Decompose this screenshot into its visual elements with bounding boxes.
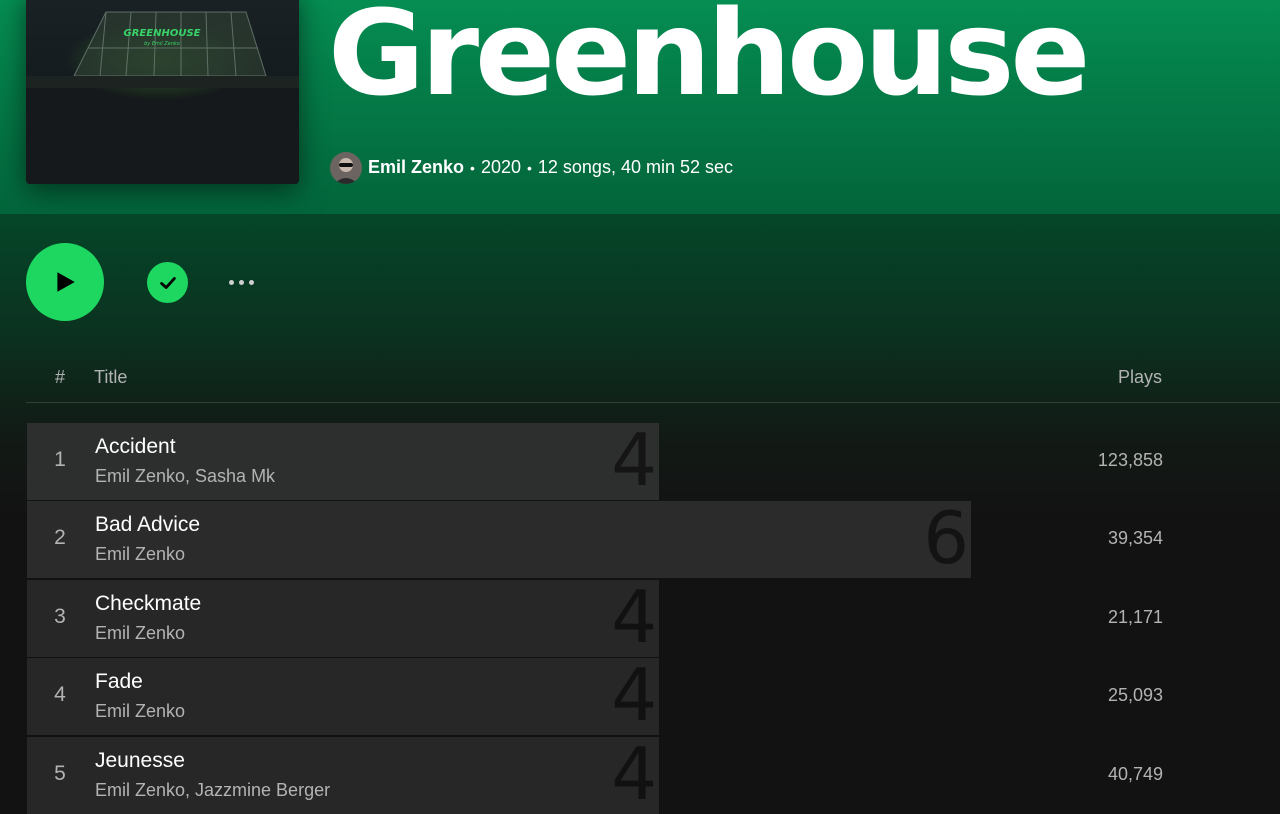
track-bar-label: 4: [611, 737, 657, 814]
track-bar-label: 4: [611, 658, 657, 735]
track-artists[interactable]: Emil Zenko, Sasha Mk: [95, 466, 275, 487]
track-number: 2: [54, 526, 66, 549]
track-artists[interactable]: Emil Zenko: [95, 623, 185, 644]
track-plays: 25,093: [1107, 685, 1163, 705]
track-row[interactable]: 4 5 Jeunesse Emil Zenko, Jazzmine Berger…: [27, 737, 1267, 814]
track-plays: 39,354: [1107, 528, 1163, 548]
track-artists[interactable]: Emil Zenko: [95, 544, 185, 565]
column-number: #: [55, 367, 66, 387]
track-plays: 123,858: [1097, 450, 1163, 470]
track-bar-label: 4: [611, 580, 657, 657]
saved-to-library-button[interactable]: [147, 262, 188, 303]
meta-separator: •: [526, 159, 532, 176]
track-row[interactable]: 4 3 Checkmate Emil Zenko 21,171: [27, 580, 1267, 657]
check-icon: [159, 276, 176, 289]
track-row[interactable]: 4 4 Fade Emil Zenko 25,093: [27, 658, 1267, 735]
play-icon: [57, 272, 75, 292]
track-row[interactable]: 6 2 Bad Advice Emil Zenko 39,354: [27, 501, 1267, 578]
album-cover: GREENHOUSE by Emil Zenko: [26, 0, 299, 184]
track-title[interactable]: Fade: [95, 670, 143, 694]
track-plays: 40,749: [1107, 764, 1163, 784]
cover-title-text: GREENHOUSE: [124, 28, 201, 39]
album-title: Greenhouse: [328, 0, 1090, 122]
track-title[interactable]: Checkmate: [95, 592, 201, 616]
track-number: 1: [54, 448, 66, 471]
track-number: 5: [54, 762, 66, 785]
play-button[interactable]: [26, 243, 104, 321]
track-bar-label: 4: [611, 423, 657, 500]
track-title[interactable]: Jeunesse: [95, 749, 185, 773]
album-meta: Emil Zenko • 2020 • 12 songs, 40 min 52 …: [330, 151, 733, 184]
track-artists[interactable]: Emil Zenko, Jazzmine Berger: [95, 780, 330, 801]
artist-link[interactable]: Emil Zenko: [368, 157, 464, 178]
tracklist-header: # Title Plays: [26, 360, 1280, 403]
meta-separator: •: [470, 159, 475, 176]
track-title[interactable]: Accident: [95, 435, 176, 459]
track-bar-label: 6: [923, 501, 969, 578]
artist-avatar[interactable]: [330, 151, 362, 184]
release-year: 2020: [480, 157, 521, 177]
cover-subtitle-text: by Emil Zenko: [144, 41, 180, 47]
album-summary: 12 songs, 40 min 52 sec: [537, 157, 734, 177]
more-horizontal-icon: [228, 279, 254, 285]
track-title[interactable]: Bad Advice: [95, 513, 200, 537]
track-number: 3: [54, 605, 66, 628]
more-options-button[interactable]: [216, 265, 266, 299]
column-title[interactable]: Title: [94, 367, 127, 388]
column-plays[interactable]: Plays: [1118, 367, 1162, 388]
track-row[interactable]: 4 1 Accident Emil Zenko, Sasha Mk 123,85…: [27, 423, 1267, 500]
track-plays: 21,171: [1107, 607, 1163, 627]
track-number: 4: [54, 683, 66, 706]
album-header: GREENHOUSE by Emil Zenko Greenhouse Emil…: [0, 0, 1280, 214]
track-artists[interactable]: Emil Zenko: [95, 701, 185, 722]
